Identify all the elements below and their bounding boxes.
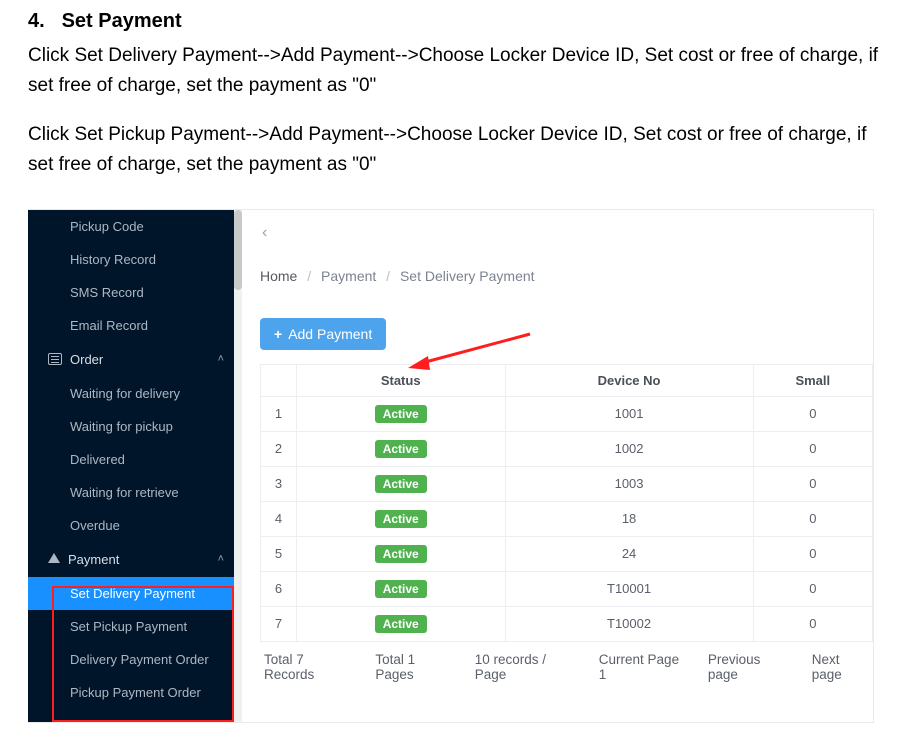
cell-device-no: 1001 — [505, 396, 753, 431]
sidebar-scrollbar[interactable] — [234, 210, 242, 722]
cell-small: 0 — [753, 501, 872, 536]
cell-device-no: 24 — [505, 536, 753, 571]
status-badge: Active — [375, 510, 427, 528]
order-icon — [48, 353, 62, 365]
cell-small: 0 — [753, 396, 872, 431]
sidebar-item-waiting-pickup[interactable]: Waiting for pickup — [28, 410, 242, 443]
cell-device-no: T10001 — [505, 571, 753, 606]
table-row[interactable]: 2 Active 10020 — [261, 431, 873, 466]
table-row[interactable]: 6 Active T100010 — [261, 571, 873, 606]
col-status: Status — [296, 364, 505, 396]
cell-small: 0 — [753, 431, 872, 466]
screenshot-region: Pickup Code History Record SMS Record Em… — [28, 209, 874, 723]
table-row[interactable]: 7 Active T100020 — [261, 606, 873, 641]
section-number: 4. — [28, 10, 56, 33]
sidebar-item-pickup-code[interactable]: Pickup Code — [28, 210, 242, 243]
sidebar-item-sms-record[interactable]: SMS Record — [28, 276, 242, 309]
table-row[interactable]: 3 Active 10030 — [261, 466, 873, 501]
instruction-paragraph-1: Click Set Delivery Payment-->Add Payment… — [28, 41, 882, 102]
sidebar-item-delivered[interactable]: Delivered — [28, 443, 242, 476]
table-row[interactable]: 1 Active 10010 — [261, 396, 873, 431]
cell-status: Active — [296, 431, 505, 466]
table-header-row: Status Device No Small — [261, 364, 873, 396]
cell-index: 2 — [261, 431, 297, 466]
sidebar-item-waiting-delivery[interactable]: Waiting for delivery — [28, 377, 242, 410]
main-panel: ‹ Home / Payment / Set Delivery Payment … — [250, 210, 873, 722]
status-badge: Active — [375, 545, 427, 563]
sidebar-item-email-record[interactable]: Email Record — [28, 309, 242, 342]
cell-index: 3 — [261, 466, 297, 501]
sidebar-item-delivery-payment-order[interactable]: Delivery Payment Order — [28, 643, 242, 676]
pager-page-size[interactable]: 10 records / Page — [475, 652, 581, 682]
cell-device-no: 1002 — [505, 431, 753, 466]
chevron-up-icon: ˄ — [218, 353, 224, 365]
cell-small: 0 — [753, 536, 872, 571]
cell-status: Active — [296, 606, 505, 641]
chevron-up-icon: ˄ — [218, 553, 224, 565]
cell-index: 6 — [261, 571, 297, 606]
sidebar-item-waiting-retrieve[interactable]: Waiting for retrieve — [28, 476, 242, 509]
cell-status: Active — [296, 396, 505, 431]
pager-total-records: Total 7 Records — [264, 652, 357, 682]
cell-index: 4 — [261, 501, 297, 536]
cell-index: 5 — [261, 536, 297, 571]
content-panel: + Add Payment Status Device No Small 1Ac — [260, 318, 873, 682]
sidebar-item-overdue[interactable]: Overdue — [28, 509, 242, 542]
sidebar-group-order[interactable]: Order ˄ — [28, 342, 242, 377]
cell-small: 0 — [753, 571, 872, 606]
status-badge: Active — [375, 475, 427, 493]
pager-total-pages: Total 1 Pages — [375, 652, 456, 682]
pager-prev[interactable]: Previous page — [708, 652, 794, 682]
status-badge: Active — [375, 580, 427, 598]
status-badge: Active — [375, 615, 427, 633]
cell-status: Active — [296, 466, 505, 501]
sidebar-group-order-label: Order — [70, 352, 103, 367]
sidebar-item-set-pickup-payment[interactable]: Set Pickup Payment — [28, 610, 242, 643]
status-badge: Active — [375, 405, 427, 423]
pager-next[interactable]: Next page — [812, 652, 873, 682]
breadcrumb-sep: / — [301, 268, 317, 284]
instruction-paragraph-2: Click Set Pickup Payment-->Add Payment--… — [28, 120, 882, 181]
cell-device-no: T10002 — [505, 606, 753, 641]
breadcrumb-home[interactable]: Home — [260, 268, 297, 284]
sidebar: Pickup Code History Record SMS Record Em… — [28, 210, 242, 722]
table-row[interactable]: 4 Active 180 — [261, 501, 873, 536]
section-heading: 4. Set Payment — [28, 10, 882, 33]
breadcrumb: Home / Payment / Set Delivery Payment — [250, 242, 873, 298]
cell-index: 1 — [261, 396, 297, 431]
table-row[interactable]: 5 Active 240 — [261, 536, 873, 571]
payment-icon — [48, 553, 60, 563]
sidebar-item-set-delivery-payment[interactable]: Set Delivery Payment — [28, 577, 242, 610]
cell-index: 7 — [261, 606, 297, 641]
cell-status: Active — [296, 571, 505, 606]
cell-small: 0 — [753, 466, 872, 501]
cell-device-no: 1003 — [505, 466, 753, 501]
breadcrumb-leaf: Set Delivery Payment — [400, 268, 535, 284]
plus-icon: + — [274, 326, 282, 342]
cell-status: Active — [296, 501, 505, 536]
col-index — [261, 364, 297, 396]
sidebar-item-pickup-payment-order[interactable]: Pickup Payment Order — [28, 676, 242, 709]
breadcrumb-payment[interactable]: Payment — [321, 268, 376, 284]
cell-small: 0 — [753, 606, 872, 641]
sidebar-group-payment[interactable]: Payment ˄ — [28, 542, 242, 577]
col-small: Small — [753, 364, 872, 396]
document-body: 4. Set Payment Click Set Delivery Paymen… — [0, 0, 910, 209]
col-device-no: Device No — [505, 364, 753, 396]
sidebar-item-history-record[interactable]: History Record — [28, 243, 242, 276]
payment-table: Status Device No Small 1Active100102Acti… — [260, 364, 873, 642]
add-payment-button[interactable]: + Add Payment — [260, 318, 386, 350]
pagination-bar: Total 7 Records Total 1 Pages 10 records… — [260, 642, 873, 682]
section-title: Set Payment — [62, 10, 182, 32]
sidebar-group-payment-label: Payment — [68, 552, 119, 567]
cell-status: Active — [296, 536, 505, 571]
back-chevron-icon[interactable]: ‹ — [250, 210, 274, 242]
status-badge: Active — [375, 440, 427, 458]
cell-device-no: 18 — [505, 501, 753, 536]
add-payment-label: Add Payment — [288, 326, 372, 342]
breadcrumb-sep: / — [380, 268, 396, 284]
pager-current-page: Current Page 1 — [599, 652, 690, 682]
